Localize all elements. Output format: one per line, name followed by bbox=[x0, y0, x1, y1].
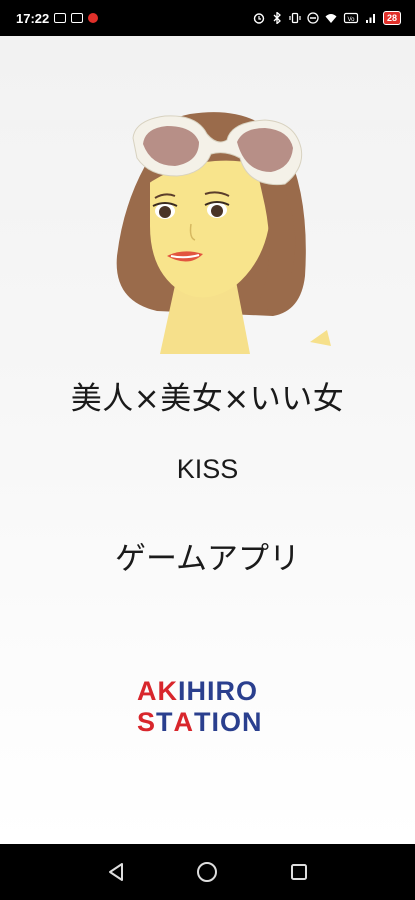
akihiro-station-logo: AKIHIRO STATION bbox=[137, 676, 277, 742]
recents-icon bbox=[291, 864, 308, 880]
battery-icon: 28 bbox=[382, 11, 401, 25]
notification-icon bbox=[71, 13, 84, 23]
status-left: 17:22 bbox=[16, 10, 99, 26]
back-button[interactable] bbox=[101, 857, 131, 887]
woman-illustration bbox=[116, 112, 331, 354]
image-icon bbox=[54, 13, 67, 23]
dnd-icon bbox=[307, 12, 319, 24]
home-button[interactable] bbox=[192, 857, 222, 887]
logo-row-1: AKIHIRO bbox=[137, 676, 258, 706]
logo-row-2: STATION bbox=[137, 707, 262, 737]
signal-icon bbox=[365, 14, 375, 23]
navigation-bar bbox=[0, 844, 415, 900]
wifi-icon bbox=[325, 14, 337, 23]
back-icon bbox=[108, 863, 123, 881]
volte-icon: Vo bbox=[343, 12, 359, 24]
alarm-icon bbox=[253, 13, 265, 24]
bluetooth-icon bbox=[273, 12, 281, 24]
svg-text:Vo: Vo bbox=[347, 17, 355, 23]
vibrate-icon bbox=[289, 12, 301, 24]
splash-screen: 美人×美女×いい女 KISS ゲームアプリ AKIHIRO STATION bbox=[0, 36, 415, 844]
title-line-1: 美人×美女×いい女 bbox=[70, 381, 345, 417]
home-icon bbox=[197, 862, 218, 882]
title-line-3: ゲームアプリ bbox=[114, 541, 301, 577]
status-bar: 17:22 Vo 28 bbox=[0, 0, 415, 36]
status-time: 17:22 bbox=[16, 10, 50, 26]
title-line-2: KISS bbox=[176, 454, 239, 484]
red-dot-icon bbox=[88, 13, 99, 23]
status-right: Vo 28 bbox=[253, 11, 401, 25]
recents-button[interactable] bbox=[284, 857, 314, 887]
